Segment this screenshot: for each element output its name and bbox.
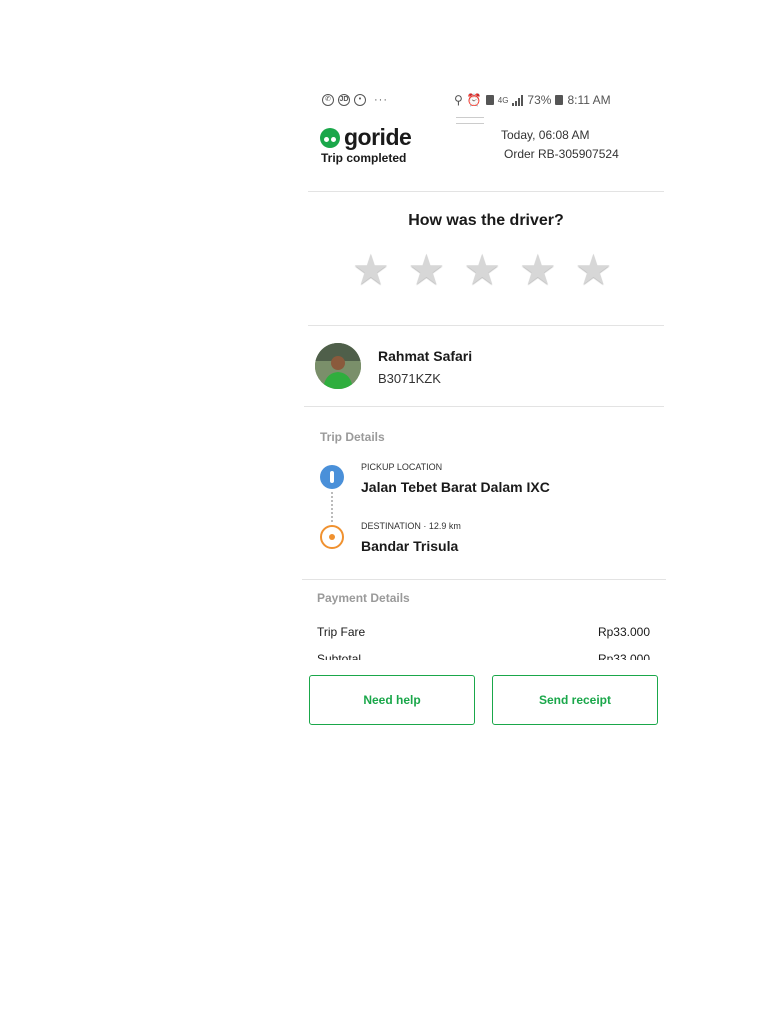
trip-fare-value: Rp33.000 [597, 625, 650, 639]
divider [302, 579, 666, 580]
divider [308, 325, 664, 326]
trip-status: Trip completed [321, 151, 407, 165]
rating-question: How was the driver? [408, 212, 564, 229]
destination-label: DESTINATION · 12.9 km [361, 521, 461, 531]
star-icon-5[interactable]: ★ [575, 249, 613, 291]
divider [308, 191, 664, 192]
jd-icon: JD [338, 94, 350, 106]
chat-icon: • [354, 94, 366, 106]
status-bar-left: ✆ JD • ··· [322, 92, 388, 108]
star-rating[interactable]: ★ ★ ★ ★ ★ [352, 249, 612, 291]
pickup-label: PICKUP LOCATION [361, 462, 443, 472]
signal-icon [512, 94, 524, 106]
order-number: Order RB-305907524 [504, 147, 619, 161]
destination-pin-icon [320, 525, 344, 549]
subtotal-row: Subtotal Rp33.000 [308, 650, 664, 660]
battery-percent: 73% [527, 93, 552, 107]
driver-avatar [315, 343, 361, 389]
drag-handle[interactable] [456, 117, 484, 124]
send-receipt-button[interactable]: Send receipt [492, 675, 658, 725]
network-type: 4G [497, 95, 509, 105]
star-icon-3[interactable]: ★ [463, 249, 501, 291]
divider [304, 406, 664, 407]
trip-date: Today, 06:08 AM [501, 128, 590, 142]
driver-name: Rahmat Safari [378, 348, 473, 364]
goride-logo-icon [320, 127, 340, 148]
status-bar-right: ⚲ ⏰ 4G 73% 8:11 AM [454, 92, 611, 108]
payment-details-heading: Payment Details [317, 591, 410, 605]
destination-address: Bandar Trisula [361, 538, 459, 554]
clock-time: 8:11 AM [567, 93, 611, 107]
subtotal-value: Rp33.000 [597, 652, 650, 660]
trip-fare-label: Trip Fare [317, 625, 366, 639]
more-notifications-icon: ··· [374, 94, 388, 106]
trip-details-heading: Trip Details [320, 430, 385, 444]
location-icon: ⚲ [454, 93, 463, 107]
pickup-address: Jalan Tebet Barat Dalam IXC [361, 479, 550, 495]
vehicle-plate: B3071KZK [378, 371, 441, 386]
goride-logo: goride [320, 124, 412, 151]
need-help-button[interactable]: Need help [309, 675, 475, 725]
battery-icon [555, 95, 564, 105]
subtotal-label: Subtotal [317, 652, 362, 660]
whatsapp-icon: ✆ [322, 94, 334, 106]
star-icon-2[interactable]: ★ [408, 249, 446, 291]
star-icon-1[interactable]: ★ [352, 249, 390, 291]
route-connector [331, 492, 333, 522]
alarm-icon: ⏰ [466, 93, 482, 107]
brand-name: goride [344, 124, 412, 150]
pickup-pin-icon [320, 465, 344, 489]
sim-icon [485, 95, 494, 105]
star-icon-4[interactable]: ★ [519, 249, 557, 291]
